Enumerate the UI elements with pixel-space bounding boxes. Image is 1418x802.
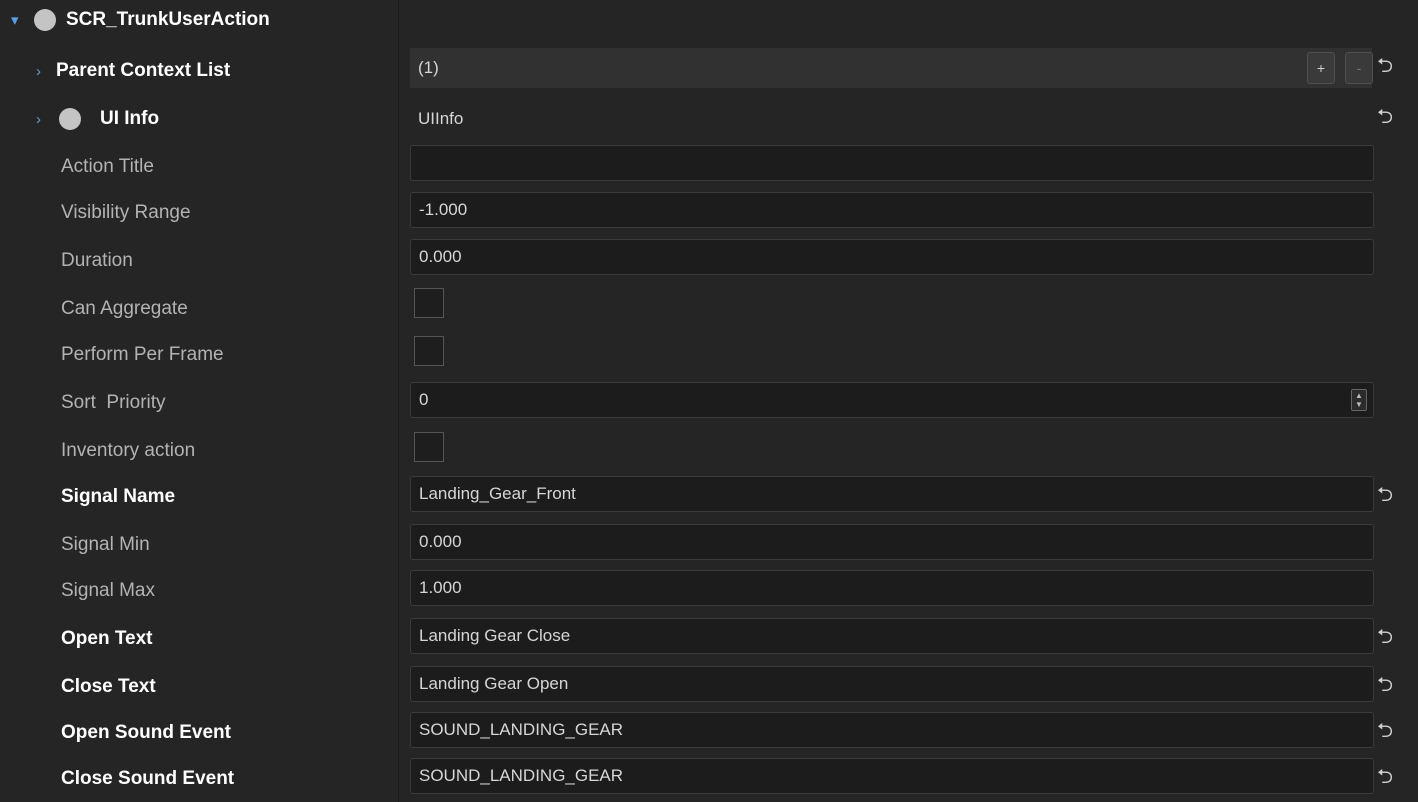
object-circle-icon <box>59 108 81 130</box>
close-text-label: Close Text <box>61 676 156 697</box>
component-title: SCR_TrunkUserAction <box>66 9 270 30</box>
sort-priority-value: 0 <box>419 390 429 409</box>
row-open-text: Open Text Landing Gear Close ⮌ <box>0 616 1418 662</box>
reset-icon[interactable]: ⮌ <box>1374 664 1396 710</box>
reset-icon[interactable]: ⮌ <box>1374 96 1396 142</box>
row-sort-priority: Sort Priority 0 ▲ ▼ <box>0 380 1418 426</box>
collapse-arrow-icon[interactable]: ▾ <box>11 0 19 40</box>
sort-priority-label: Sort Priority <box>61 392 166 413</box>
visibility-range-input[interactable]: -1.000 <box>410 192 1374 228</box>
row-close-sound-event: Close Sound Event SOUND_LANDING_GEAR ⮌ <box>0 756 1418 802</box>
signal-name-label: Signal Name <box>61 486 176 507</box>
row-action-title: Action Title <box>0 144 1418 190</box>
property-inspector: ▾ SCR_TrunkUserAction › Parent Context L… <box>0 0 1418 802</box>
row-visibility-range: Visibility Range -1.000 <box>0 190 1418 236</box>
row-parent-context-list: › Parent Context List (1) + - ⮌ <box>0 48 1418 94</box>
open-text-input[interactable]: Landing Gear Close <box>410 618 1374 654</box>
object-circle-icon <box>34 9 56 31</box>
open-sound-event-input[interactable]: SOUND_LANDING_GEAR <box>410 712 1374 748</box>
reset-icon[interactable]: ⮌ <box>1374 756 1396 802</box>
row-signal-name: Signal Name Landing_Gear_Front ⮌ <box>0 474 1418 520</box>
close-text-input[interactable]: Landing Gear Open <box>410 666 1374 702</box>
perform-per-frame-checkbox[interactable] <box>414 336 444 366</box>
close-sound-event-label: Close Sound Event <box>61 768 235 789</box>
row-signal-min: Signal Min 0.000 <box>0 522 1418 568</box>
duration-input[interactable]: 0.000 <box>410 239 1374 275</box>
expand-arrow-icon[interactable]: › <box>36 96 41 142</box>
signal-min-input[interactable]: 0.000 <box>410 524 1374 560</box>
perform-per-frame-label: Perform Per Frame <box>61 344 224 365</box>
component-header[interactable]: ▾ SCR_TrunkUserAction <box>0 0 1418 40</box>
reset-icon[interactable]: ⮌ <box>1374 474 1396 520</box>
can-aggregate-checkbox[interactable] <box>414 288 444 318</box>
signal-name-input[interactable]: Landing_Gear_Front <box>410 476 1374 512</box>
visibility-range-label: Visibility Range <box>61 202 191 223</box>
reset-icon[interactable]: ⮌ <box>1374 710 1396 756</box>
duration-label: Duration <box>61 250 133 271</box>
signal-min-label: Signal Min <box>61 534 150 555</box>
row-inventory-action: Inventory action <box>0 428 1418 474</box>
open-sound-event-label: Open Sound Event <box>61 722 231 743</box>
inventory-action-checkbox[interactable] <box>414 432 444 462</box>
row-perform-per-frame: Perform Per Frame <box>0 332 1418 378</box>
row-duration: Duration 0.000 <box>0 238 1418 284</box>
action-title-label: Action Title <box>61 156 154 177</box>
parent-context-list-value[interactable]: (1) <box>410 48 1372 88</box>
row-close-text: Close Text Landing Gear Open ⮌ <box>0 664 1418 710</box>
row-open-sound-event: Open Sound Event SOUND_LANDING_GEAR ⮌ <box>0 710 1418 756</box>
parent-context-list-label: Parent Context List <box>56 60 231 81</box>
row-can-aggregate: Can Aggregate <box>0 286 1418 332</box>
can-aggregate-label: Can Aggregate <box>61 298 188 319</box>
expand-arrow-icon[interactable]: › <box>36 48 41 94</box>
reset-icon[interactable]: ⮌ <box>1374 48 1396 88</box>
row-ui-info: › UI Info UIInfo ⮌ <box>0 96 1418 142</box>
ui-info-label: UI Info <box>100 108 160 129</box>
inventory-action-label: Inventory action <box>61 440 196 461</box>
open-text-label: Open Text <box>61 628 153 649</box>
reset-icon[interactable]: ⮌ <box>1374 616 1396 662</box>
ui-info-value[interactable]: UIInfo <box>410 101 1310 137</box>
remove-element-button[interactable]: - <box>1345 52 1373 84</box>
close-sound-event-input[interactable]: SOUND_LANDING_GEAR <box>410 758 1374 794</box>
spinner-icon[interactable]: ▲ ▼ <box>1351 389 1367 411</box>
sort-priority-input[interactable]: 0 ▲ ▼ <box>410 382 1374 418</box>
row-signal-max: Signal Max 1.000 <box>0 568 1418 614</box>
add-element-button[interactable]: + <box>1307 52 1335 84</box>
signal-max-input[interactable]: 1.000 <box>410 570 1374 606</box>
signal-max-label: Signal Max <box>61 580 155 601</box>
action-title-input[interactable] <box>410 145 1374 181</box>
